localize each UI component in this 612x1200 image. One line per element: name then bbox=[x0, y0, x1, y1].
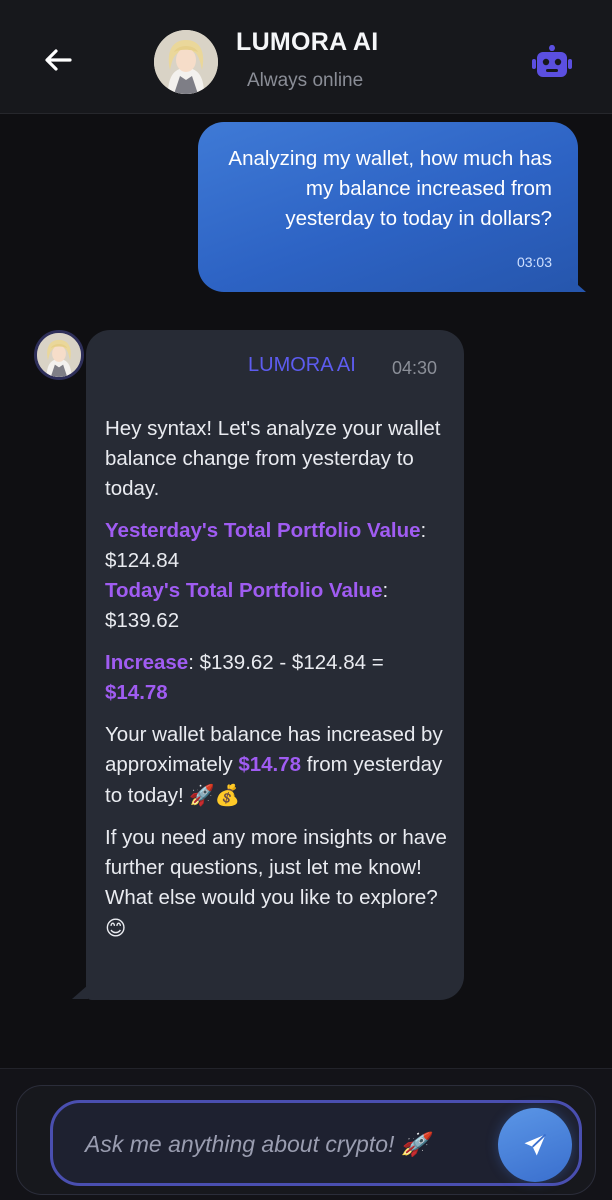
increase-line: Increase: $139.62 - $124.84 = $14.78 bbox=[105, 648, 450, 708]
yesterday-label: Yesterday's Total Portfolio Value bbox=[105, 519, 421, 542]
avatar[interactable] bbox=[154, 30, 218, 94]
send-icon bbox=[524, 1133, 547, 1156]
portfolio-values: Yesterday's Total Portfolio Value: $124.… bbox=[105, 516, 450, 636]
closing-text: If you need any more insights or have fu… bbox=[105, 826, 447, 909]
bubble-tail bbox=[72, 985, 88, 999]
send-button[interactable] bbox=[498, 1108, 572, 1182]
ai-sender-name: LUMORA AI bbox=[248, 354, 356, 376]
increase-label: Increase bbox=[105, 651, 189, 674]
ai-message-content: Hey syntax! Let's analyze your wallet ba… bbox=[105, 414, 450, 956]
summary-amount: $14.78 bbox=[238, 753, 302, 776]
input-placeholder: Ask me anything about crypto! 🚀 bbox=[85, 1131, 430, 1157]
summary-line: Your wallet balance has increased by app… bbox=[105, 720, 450, 811]
bubble-tail bbox=[570, 278, 586, 292]
message-timestamp: 04:30 bbox=[392, 358, 438, 378]
rocket-moneybag-icon: 🚀💰 bbox=[189, 783, 241, 807]
user-message-bubble[interactable]: Analyzing my wallet, how much has my bal… bbox=[198, 122, 578, 292]
chat-header: LUMORA AI Always online bbox=[0, 0, 612, 114]
robot-icon bbox=[532, 45, 572, 77]
bot-menu-button[interactable] bbox=[530, 42, 574, 82]
ai-message-bubble[interactable]: LUMORA AI 04:30 Hey syntax! Let's analyz… bbox=[86, 330, 464, 1000]
online-status: Always online bbox=[247, 70, 364, 91]
back-button[interactable] bbox=[40, 42, 76, 78]
increase-calc: : $139.62 - $124.84 = bbox=[188, 651, 384, 674]
user-message-text: Analyzing my wallet, how much has my bal… bbox=[228, 147, 552, 230]
ai-greeting: Hey syntax! Let's analyze your wallet ba… bbox=[105, 417, 441, 500]
back-arrow-icon bbox=[45, 49, 72, 71]
page-title: LUMORA AI bbox=[236, 28, 379, 56]
today-label: Today's Total Portfolio Value bbox=[105, 579, 383, 602]
ai-avatar[interactable] bbox=[34, 330, 84, 380]
closing-line: If you need any more insights or have fu… bbox=[105, 823, 450, 944]
avatar-image bbox=[37, 333, 81, 377]
avatar-image bbox=[154, 30, 218, 94]
increase-result: $14.78 bbox=[105, 681, 168, 704]
smile-icon: 😊 bbox=[105, 916, 127, 940]
message-timestamp: 03:03 bbox=[516, 254, 552, 270]
